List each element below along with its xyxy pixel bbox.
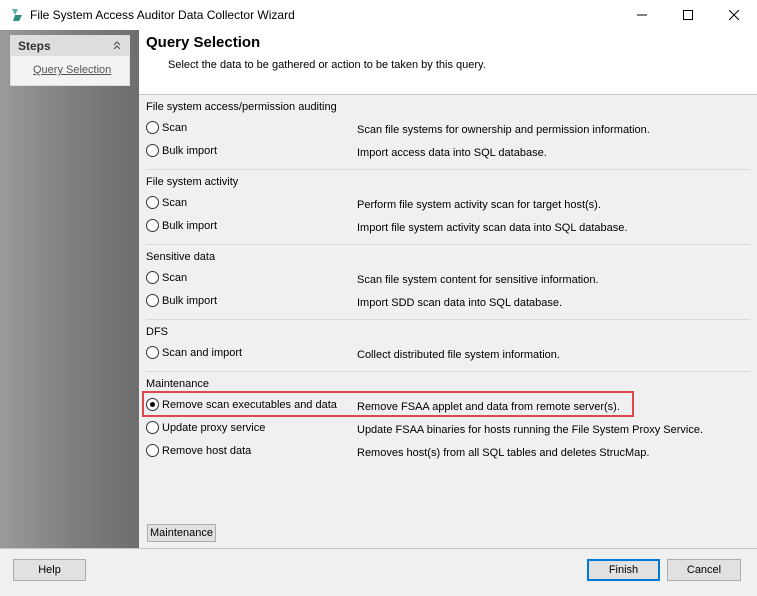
group-label-access-auditing: File system access/permission auditing	[146, 101, 337, 113]
option-description: Import file system activity scan data in…	[357, 222, 628, 234]
help-button[interactable]: Help	[13, 559, 86, 581]
option-access-bulk-import[interactable]: Bulk import	[146, 144, 217, 157]
option-label: Bulk import	[162, 294, 218, 307]
collapse-chevron-icon[interactable]	[111, 39, 123, 51]
radio-button[interactable]	[146, 271, 159, 284]
options-panel: File system access/permission auditing S…	[139, 96, 757, 548]
option-sensitive-scan[interactable]: Scan	[146, 271, 187, 284]
radio-button[interactable]	[146, 421, 159, 434]
option-label: Update proxy service	[162, 421, 266, 434]
steps-sidebar: Steps Query Selection	[0, 30, 139, 548]
group-label-sensitive-data: Sensitive data	[146, 251, 216, 263]
option-activity-scan[interactable]: Scan	[146, 196, 187, 209]
page-subtitle: Select the data to be gathered or action…	[168, 59, 486, 71]
radio-button[interactable]	[146, 294, 159, 307]
option-label: Scan and import	[162, 346, 243, 359]
option-description: Removes host(s) from all SQL tables and …	[357, 447, 650, 459]
steps-panel: Steps Query Selection	[10, 35, 130, 86]
option-label: Bulk import	[162, 144, 218, 157]
option-description: Collect distributed file system informat…	[357, 349, 560, 361]
divider	[146, 371, 750, 372]
close-button[interactable]	[711, 0, 757, 30]
page-header: Query Selection Select the data to be ga…	[139, 30, 757, 95]
radio-button[interactable]	[146, 346, 159, 359]
option-label: Bulk import	[162, 219, 218, 232]
radio-button[interactable]	[146, 219, 159, 232]
option-description: Import access data into SQL database.	[357, 147, 547, 159]
minimize-button[interactable]	[619, 0, 665, 30]
divider	[146, 244, 750, 245]
step-query-selection[interactable]: Query Selection	[33, 64, 111, 76]
divider	[146, 169, 750, 170]
option-label: Remove host data	[162, 444, 252, 457]
divider	[146, 319, 750, 320]
steps-header[interactable]: Steps	[11, 36, 129, 56]
selection-highlight-box	[142, 391, 634, 417]
option-description: Scan file systems for ownership and perm…	[357, 124, 650, 136]
radio-button[interactable]	[146, 196, 159, 209]
option-label: Scan	[162, 121, 188, 134]
footer-bar: Help Finish Cancel	[0, 548, 757, 596]
option-description: Scan file system content for sensitive i…	[357, 274, 599, 286]
maintenance-button[interactable]: Maintenance	[147, 524, 216, 542]
maximize-icon	[683, 10, 693, 20]
cancel-button[interactable]: Cancel	[667, 559, 741, 581]
finish-button[interactable]: Finish	[587, 559, 660, 581]
radio-button[interactable]	[146, 121, 159, 134]
group-label-maintenance: Maintenance	[146, 378, 209, 390]
app-logo-icon	[12, 9, 22, 21]
option-dfs-scan-import[interactable]: Scan and import	[146, 346, 242, 359]
maximize-button[interactable]	[665, 0, 711, 30]
title-bar: File System Access Auditor Data Collecto…	[0, 0, 757, 30]
window-title: File System Access Auditor Data Collecto…	[30, 8, 295, 22]
minimize-icon	[637, 14, 647, 16]
radio-button[interactable]	[146, 144, 159, 157]
option-activity-bulk-import[interactable]: Bulk import	[146, 219, 217, 232]
option-description: Update FSAA binaries for hosts running t…	[357, 424, 704, 436]
option-access-scan[interactable]: Scan	[146, 121, 187, 134]
group-label-dfs: DFS	[146, 326, 168, 338]
steps-title: Steps	[18, 39, 51, 53]
option-sensitive-bulk-import[interactable]: Bulk import	[146, 294, 217, 307]
option-description: Perform file system activity scan for ta…	[357, 199, 601, 211]
option-update-proxy-service[interactable]: Update proxy service	[146, 421, 265, 434]
close-icon	[729, 10, 739, 20]
option-remove-host-data[interactable]: Remove host data	[146, 444, 251, 457]
page-title: Query Selection	[146, 34, 261, 51]
option-label: Scan	[162, 196, 188, 209]
option-description: Import SDD scan data into SQL database.	[357, 297, 563, 309]
group-label-activity: File system activity	[146, 176, 239, 188]
radio-button[interactable]	[146, 444, 159, 457]
option-label: Scan	[162, 271, 188, 284]
